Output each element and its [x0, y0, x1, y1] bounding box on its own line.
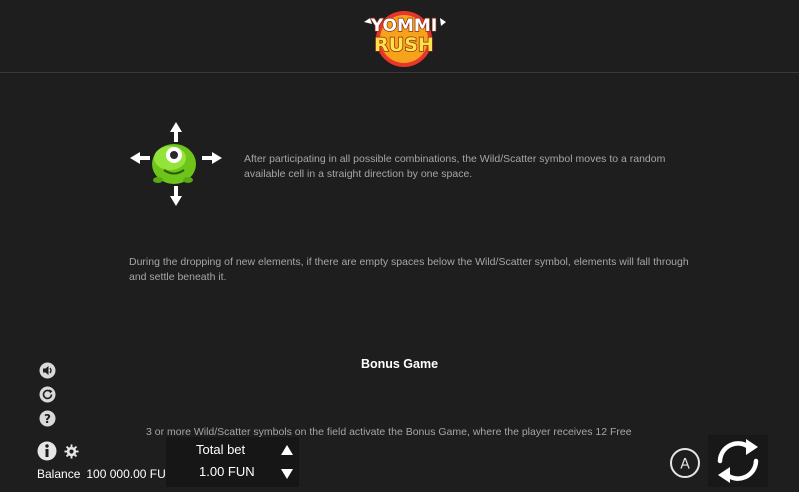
autoplay-button[interactable]: A [668, 446, 702, 480]
balance-label: Balance [37, 467, 81, 481]
svg-text:RUSH: RUSH [374, 34, 434, 56]
autoplay-icon: A [670, 448, 700, 478]
sound-icon[interactable] [39, 362, 56, 379]
spin-icon [717, 439, 759, 483]
wild-scatter-symbol-icon [130, 122, 222, 206]
total-bet-label: Total bet [196, 442, 246, 457]
rules-paragraph-bonus: 3 or more Wild/Scatter symbols on the fi… [146, 426, 632, 437]
bonus-game-heading: Bonus Game [360, 357, 439, 371]
balance-display: Balance 100 000.00 FUN [37, 467, 174, 481]
total-bet-value: 1.00 FUN [199, 464, 255, 479]
header: YOMMI RUSH [0, 0, 799, 73]
info-icon[interactable] [37, 441, 57, 461]
svg-text:?: ? [44, 412, 51, 426]
rules-paragraph-drop: During the dropping of new elements, if … [129, 256, 689, 283]
rules-paragraph-move: After participating in all possible comb… [244, 153, 666, 180]
game-logo: YOMMI RUSH [364, 11, 446, 67]
bet-panel: Total bet 1.00 FUN [166, 437, 299, 487]
balance-value: 100 000.00 FUN [86, 467, 175, 481]
autoplay-label: A [680, 457, 690, 473]
turbo-icon[interactable] [39, 386, 56, 403]
help-icon[interactable]: ? [39, 410, 56, 427]
svg-text:YOMMI: YOMMI [370, 16, 437, 36]
spin-button[interactable] [708, 435, 768, 487]
arrow-down-icon[interactable] [279, 467, 295, 481]
arrow-up-icon[interactable] [279, 443, 295, 457]
gear-icon[interactable] [64, 444, 79, 459]
